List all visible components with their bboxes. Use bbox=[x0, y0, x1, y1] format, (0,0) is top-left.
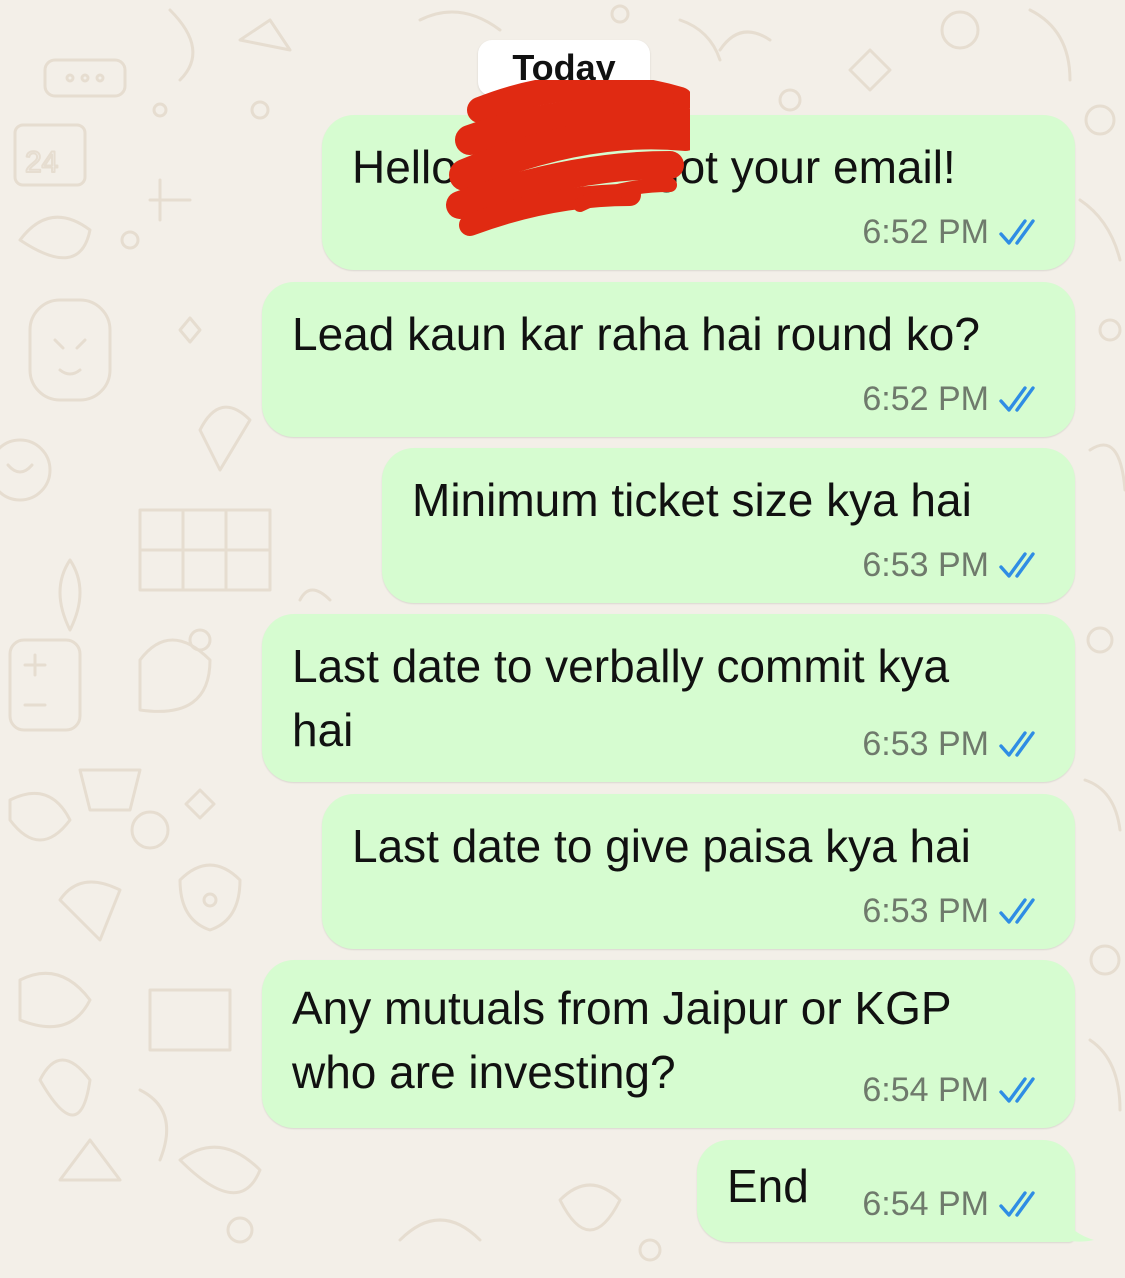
double-check-icon bbox=[999, 897, 1035, 924]
double-check-icon bbox=[999, 730, 1035, 757]
message-time: 6:53 PM bbox=[862, 546, 989, 584]
outgoing-message[interactable]: Hello got your email! 6:52 PM bbox=[322, 115, 1075, 270]
double-check-icon bbox=[999, 1190, 1035, 1217]
message-time: 6:53 PM bbox=[862, 725, 989, 763]
message-meta: 6:52 PM bbox=[862, 380, 1045, 419]
redaction-scribble bbox=[446, 80, 690, 236]
double-check-icon bbox=[999, 1076, 1035, 1103]
svg-text:24: 24 bbox=[25, 146, 58, 179]
message-text: Minimum ticket size kya hai bbox=[412, 474, 972, 526]
message-time: 6:54 PM bbox=[862, 1071, 989, 1109]
message-meta: 6:53 PM bbox=[862, 892, 1045, 931]
message-meta: 6:54 PM bbox=[862, 1185, 1045, 1224]
double-check-icon bbox=[999, 551, 1035, 578]
message-time: 6:52 PM bbox=[862, 380, 989, 418]
message-text-line: who are investing? bbox=[292, 1046, 676, 1098]
outgoing-message[interactable]: Minimum ticket size kya hai 6:53 PM bbox=[382, 448, 1075, 603]
message-time: 6:54 PM bbox=[862, 1185, 989, 1223]
double-check-icon bbox=[999, 218, 1035, 245]
outgoing-message[interactable]: Last date to verbally commit kya hai 6:5… bbox=[262, 614, 1075, 782]
message-meta: 6:53 PM bbox=[862, 546, 1045, 585]
message-text: Last date to give paisa kya hai bbox=[352, 820, 971, 872]
message-text: End bbox=[727, 1160, 809, 1212]
message-text: Lead kaun kar raha hai round ko? bbox=[292, 308, 980, 360]
message-text-line: Last date to verbally commit kya bbox=[292, 640, 950, 692]
message-text-part: got your email! bbox=[654, 141, 956, 193]
outgoing-message[interactable]: End 6:54 PM bbox=[697, 1140, 1075, 1242]
message-time: 6:53 PM bbox=[862, 892, 989, 930]
message-text-line: Any mutuals from Jaipur or KGP bbox=[292, 982, 952, 1034]
message-meta: 6:54 PM bbox=[862, 1071, 1045, 1110]
bubble-tail bbox=[1060, 1205, 1094, 1242]
outgoing-message[interactable]: Any mutuals from Jaipur or KGP who are i… bbox=[262, 960, 1075, 1128]
message-meta: 6:53 PM bbox=[862, 725, 1045, 764]
message-time: 6:52 PM bbox=[862, 213, 989, 251]
message-text-line: hai bbox=[292, 704, 354, 756]
double-check-icon bbox=[999, 385, 1035, 412]
message-meta: 6:52 PM bbox=[862, 213, 1045, 252]
outgoing-message[interactable]: Last date to give paisa kya hai 6:53 PM bbox=[322, 794, 1075, 949]
outgoing-message[interactable]: Lead kaun kar raha hai round ko? 6:52 PM bbox=[262, 282, 1075, 437]
